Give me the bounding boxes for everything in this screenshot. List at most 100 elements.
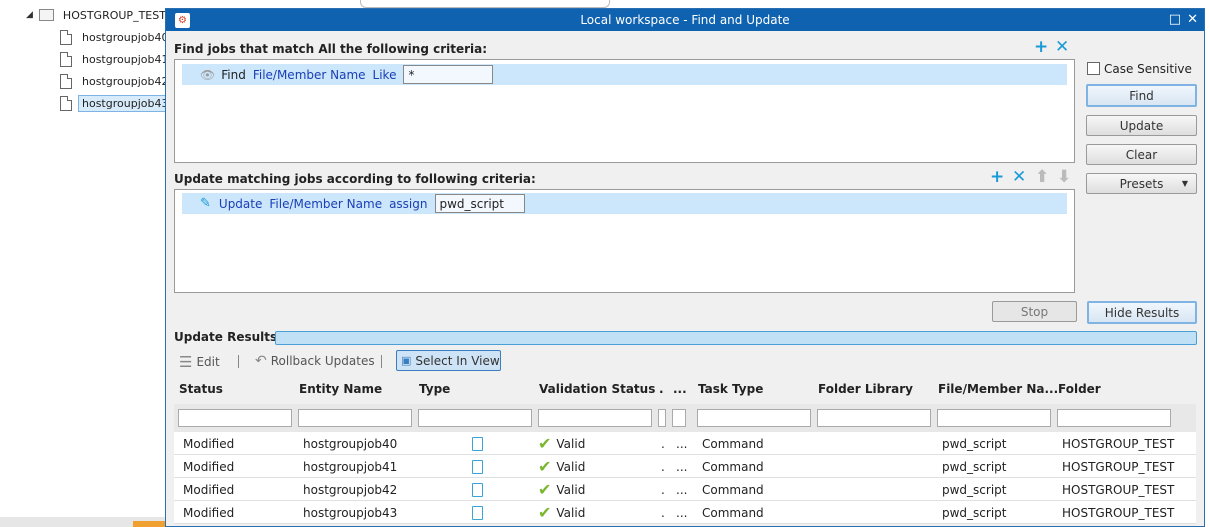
file-icon: [60, 29, 72, 45]
undo-icon: ↶: [255, 353, 267, 369]
document-icon: [472, 482, 483, 497]
document-icon: [472, 436, 483, 451]
col-file-member[interactable]: File/Member Na...: [933, 374, 1058, 404]
status-cell: Modified: [183, 459, 235, 474]
update-operator[interactable]: assign: [389, 197, 427, 211]
find-update-dialog: ⚙ Local workspace - Find and Update □ ✕ …: [165, 8, 1205, 527]
move-up-icon[interactable]: ⬆: [1035, 167, 1049, 187]
tree-item-selected[interactable]: hostgroupjob43: [57, 93, 173, 113]
select-in-view-button[interactable]: ▣ Select In View: [396, 350, 501, 371]
narrow-cell-2: ...: [676, 482, 688, 497]
update-results-label: Update Results: [174, 330, 278, 344]
find-section-label: Find jobs that match All the following c…: [174, 42, 488, 56]
edit-tool[interactable]: ☰ Edit: [179, 353, 220, 371]
entity-cell: hostgroupjob41: [303, 459, 398, 474]
entity-cell: hostgroupjob43: [303, 505, 398, 520]
tree-item-label: hostgroupjob40: [82, 30, 169, 44]
toolbar-divider: [381, 355, 382, 368]
col-validation-status[interactable]: Validation Status: [534, 374, 655, 404]
col-type[interactable]: Type: [414, 374, 450, 404]
file-icon: [60, 95, 72, 111]
filter-row: [174, 404, 1196, 432]
task-type-cell: Command: [702, 505, 764, 520]
job-tree: ◢ HOSTGROUP_TEST hostgroupjob40 hostgrou…: [0, 0, 173, 527]
update-criteria-row[interactable]: ✎ Update File/Member Name assign pwd_scr…: [182, 193, 1067, 214]
move-down-icon[interactable]: ⬇: [1057, 167, 1071, 187]
col-entity-name[interactable]: Entity Name: [294, 374, 382, 404]
file-member-cell: pwd_script: [942, 436, 1007, 451]
file-icon: [60, 51, 72, 67]
filter-narrow-1-input[interactable]: [658, 409, 666, 427]
table-row[interactable]: Modified hostgroupjob40 ✔ Valid . ... Com…: [174, 432, 1196, 455]
find-button[interactable]: Find: [1086, 84, 1197, 107]
update-button[interactable]: Update: [1086, 115, 1197, 136]
filter-entity-input[interactable]: [298, 409, 412, 427]
find-field[interactable]: File/Member Name: [253, 68, 366, 82]
col-status[interactable]: Status: [174, 374, 223, 404]
tree-item-label: hostgroupjob41: [82, 52, 169, 66]
list-icon: ☰: [179, 353, 193, 371]
tree-item[interactable]: hostgroupjob41: [60, 49, 172, 69]
remove-criteria-icon[interactable]: ✕: [1055, 37, 1069, 57]
filter-folder-library-input[interactable]: [817, 409, 931, 427]
filter-type-input[interactable]: [418, 409, 532, 427]
table-row[interactable]: Modified hostgroupjob42 ✔ Valid . ... Com…: [174, 478, 1196, 501]
task-type-cell: Command: [702, 482, 764, 497]
filter-narrow-2-input[interactable]: [672, 409, 686, 427]
presets-button[interactable]: Presets ▼: [1086, 173, 1197, 194]
update-field[interactable]: File/Member Name: [269, 197, 382, 211]
stop-button[interactable]: Stop: [992, 301, 1077, 322]
table-row[interactable]: Modified hostgroupjob41 ✔ Valid . ... Com…: [174, 455, 1196, 478]
filter-folder-input[interactable]: [1057, 409, 1171, 427]
select-in-view-label: Select In View: [415, 353, 500, 368]
dialog-titlebar[interactable]: ⚙ Local workspace - Find and Update □ ✕: [166, 9, 1204, 31]
document-icon: [472, 459, 483, 474]
col-folder-library[interactable]: Folder Library: [813, 374, 913, 404]
type-cell: [472, 432, 483, 455]
add-criteria-icon[interactable]: +: [1034, 37, 1048, 57]
status-cell: Modified: [183, 482, 235, 497]
tree-folder-label: HOSTGROUP_TEST: [62, 8, 166, 22]
clear-button[interactable]: Clear: [1086, 144, 1197, 165]
rollback-tool[interactable]: ↶ Rollback Updates: [255, 353, 375, 369]
folder-cell: HOSTGROUP_TEST: [1062, 436, 1175, 451]
narrow-cell-2: ...: [676, 505, 688, 520]
eye-icon: 👁: [200, 67, 216, 82]
checkmark-icon: ✔: [538, 480, 552, 499]
col-narrow-2[interactable]: ...: [668, 374, 687, 404]
col-narrow-1[interactable]: .: [654, 374, 664, 404]
status-cell: Modified: [183, 505, 235, 520]
file-member-cell: pwd_script: [942, 459, 1007, 474]
expand-arrow-icon[interactable]: ◢: [26, 10, 33, 20]
tree-item-label: hostgroupjob42: [82, 74, 169, 88]
filter-task-type-input[interactable]: [697, 409, 811, 427]
add-update-icon[interactable]: +: [990, 167, 1004, 187]
narrow-cell-1: .: [661, 459, 665, 474]
case-sensitive-checkbox[interactable]: [1087, 62, 1100, 75]
entity-cell: hostgroupjob40: [303, 436, 398, 451]
type-cell: [472, 501, 483, 524]
filter-validation-input[interactable]: [538, 409, 652, 427]
col-task-type[interactable]: Task Type: [693, 374, 763, 404]
tree-item[interactable]: hostgroupjob42: [60, 71, 172, 91]
filter-file-member-input[interactable]: [937, 409, 1051, 427]
table-row[interactable]: Modified hostgroupjob43 ✔ Valid . ... Com…: [174, 501, 1196, 524]
col-folder[interactable]: Folder: [1053, 374, 1101, 404]
tree-item-label: hostgroupjob43: [78, 94, 173, 112]
close-icon[interactable]: ✕: [1187, 12, 1198, 27]
find-criteria-row[interactable]: 👁 Find File/Member Name Like *: [182, 64, 1067, 85]
update-value-input[interactable]: pwd_script: [434, 194, 525, 213]
find-operator[interactable]: Like: [373, 68, 397, 82]
tree-item[interactable]: hostgroupjob40: [60, 27, 172, 47]
hide-results-button[interactable]: Hide Results: [1087, 301, 1197, 324]
update-verb: Update: [218, 196, 263, 211]
dropdown-arrow-icon: ▼: [1181, 179, 1188, 188]
remove-update-icon[interactable]: ✕: [1012, 167, 1026, 187]
tree-folder-row[interactable]: ◢ HOSTGROUP_TEST: [26, 5, 170, 25]
filter-status-input[interactable]: [178, 409, 292, 427]
validation-cell: ✔ Valid: [538, 455, 585, 478]
file-icon: [60, 73, 72, 89]
checkmark-icon: ✔: [538, 434, 552, 453]
find-value-input[interactable]: *: [403, 65, 494, 84]
maximize-icon[interactable]: □: [1169, 12, 1181, 27]
